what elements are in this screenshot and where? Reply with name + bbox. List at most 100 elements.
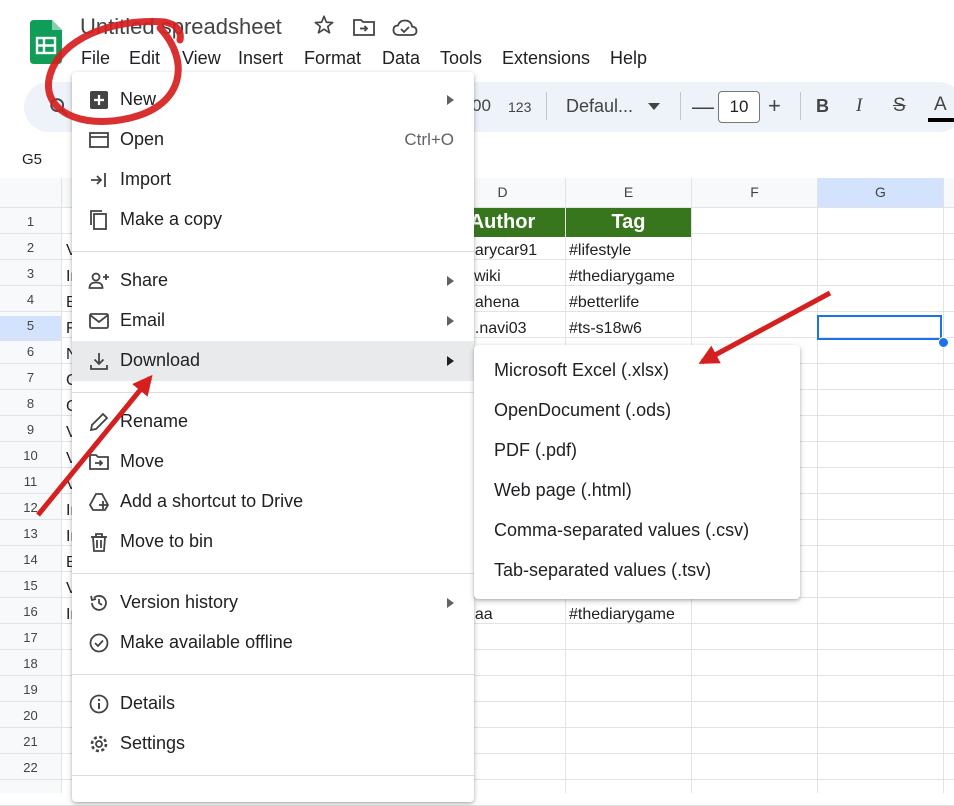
column-header-f[interactable]: F: [692, 184, 817, 200]
tag-header-cell[interactable]: Tag: [566, 208, 691, 237]
file-menu-import[interactable]: Import: [72, 160, 474, 200]
file-menu-move-to-bin[interactable]: Move to bin: [72, 522, 474, 562]
row-number[interactable]: 17: [0, 630, 61, 645]
cloud-saved-icon[interactable]: [392, 18, 418, 38]
column-header-e[interactable]: E: [566, 184, 691, 200]
author-cell[interactable]: narycar91: [466, 242, 537, 260]
menu-format[interactable]: Format: [304, 48, 361, 69]
text-color-button[interactable]: A: [934, 94, 947, 116]
download-xlsx[interactable]: Microsoft Excel (.xlsx): [474, 351, 800, 391]
file-menu-add-shortcut[interactable]: Add a shortcut to Drive: [72, 482, 474, 522]
download-tsv[interactable]: Tab-separated values (.tsv): [474, 551, 800, 591]
menu-label: Import: [120, 169, 172, 189]
italic-button[interactable]: I: [856, 95, 862, 117]
row-number[interactable]: 16: [0, 604, 61, 619]
menu-insert[interactable]: Insert: [238, 48, 283, 69]
menu-extensions[interactable]: Extensions: [502, 48, 590, 69]
tag-cell[interactable]: #betterlife: [569, 294, 639, 312]
menu-view[interactable]: View: [182, 48, 221, 69]
file-menu-settings[interactable]: Settings: [72, 724, 474, 764]
text-color-swatch: [928, 118, 954, 122]
row-number[interactable]: 9: [0, 422, 61, 437]
download-ods[interactable]: OpenDocument (.ods): [474, 391, 800, 431]
tag-cell[interactable]: #thediarygame: [569, 606, 675, 624]
tag-cell[interactable]: #ts-s18w6: [569, 320, 642, 338]
search-icon[interactable]: [48, 96, 70, 118]
row-number[interactable]: 6: [0, 344, 61, 359]
menu-label: Web page (.html): [494, 480, 632, 500]
author-cell[interactable]: nahena: [466, 294, 519, 312]
download-pdf[interactable]: PDF (.pdf): [474, 431, 800, 471]
history-icon: [90, 595, 107, 611]
font-size-input[interactable]: 10: [718, 91, 760, 123]
row-number[interactable]: 11: [0, 474, 61, 489]
star-icon[interactable]: [313, 14, 335, 36]
row-number[interactable]: 12: [0, 500, 61, 515]
download-csv[interactable]: Comma-separated values (.csv): [474, 511, 800, 551]
submenu-arrow-icon: [447, 276, 454, 286]
row-number[interactable]: 2: [0, 240, 61, 255]
menu-help[interactable]: Help: [610, 48, 647, 69]
shortcut-label: Ctrl+O: [404, 130, 454, 149]
pencil-icon: [89, 412, 109, 432]
row-number[interactable]: 4: [0, 292, 61, 307]
row-number[interactable]: 1: [0, 214, 61, 229]
folder-open-icon: [89, 132, 109, 148]
fill-handle[interactable]: [938, 337, 949, 348]
menu-label: Share: [120, 270, 169, 290]
row-number[interactable]: 21: [0, 734, 61, 749]
column-header-g[interactable]: G: [818, 184, 943, 200]
submenu-arrow-icon: [447, 316, 454, 326]
menu-label: Settings: [120, 733, 186, 753]
menu-data[interactable]: Data: [382, 48, 420, 69]
file-menu-rename[interactable]: Rename: [72, 402, 474, 442]
menu-file[interactable]: File: [81, 48, 110, 69]
row-number[interactable]: 20: [0, 708, 61, 723]
caret-down-icon[interactable]: [648, 103, 660, 110]
increase-font-size-button[interactable]: +: [768, 93, 781, 119]
file-menu-email[interactable]: Email: [72, 301, 474, 341]
download-html[interactable]: Web page (.html): [474, 471, 800, 511]
menu-label: Make available offline: [120, 632, 293, 652]
decrease-font-size-button[interactable]: —: [692, 94, 714, 120]
row-number[interactable]: 10: [0, 448, 61, 463]
row-number[interactable]: 8: [0, 396, 61, 411]
row-number[interactable]: 7: [0, 370, 61, 385]
move-folder-icon: [89, 454, 109, 470]
more-formats-button[interactable]: 123: [508, 99, 531, 115]
menu-label: Details: [120, 693, 176, 713]
file-menu-make-offline[interactable]: Make available offline: [72, 623, 474, 663]
file-menu-move[interactable]: Move: [72, 442, 474, 482]
file-menu-version-history[interactable]: Version history: [72, 583, 474, 623]
file-menu-download[interactable]: Download: [72, 341, 474, 381]
menu-label: PDF (.pdf): [494, 440, 578, 460]
decimal-increase-button[interactable]: 00: [472, 96, 491, 116]
sheets-logo-icon[interactable]: [30, 20, 62, 64]
row-number[interactable]: 15: [0, 578, 61, 593]
row-number[interactable]: 3: [0, 266, 61, 281]
row-number[interactable]: 18: [0, 656, 61, 671]
font-family-select[interactable]: Defaul...: [566, 96, 633, 117]
row-number[interactable]: 5: [0, 318, 61, 333]
file-menu-open[interactable]: Open Ctrl+O: [72, 120, 474, 160]
author-cell[interactable]: u.navi03: [466, 320, 527, 338]
row-number[interactable]: 22: [0, 760, 61, 775]
bold-button[interactable]: B: [816, 96, 829, 117]
name-box[interactable]: G5: [22, 151, 42, 168]
menu-tools[interactable]: Tools: [440, 48, 482, 69]
selected-cell[interactable]: [817, 315, 942, 340]
file-menu-share[interactable]: Share: [72, 261, 474, 301]
move-folder-icon[interactable]: [352, 17, 376, 37]
strikethrough-button[interactable]: S: [893, 95, 906, 117]
tag-cell[interactable]: #thediarygame: [569, 268, 675, 286]
file-menu-details[interactable]: Details: [72, 684, 474, 724]
document-title[interactable]: Untitled spreadsheet: [80, 14, 282, 40]
row-number[interactable]: 19: [0, 682, 61, 697]
tag-cell[interactable]: #lifestyle: [569, 242, 631, 260]
menu-edit[interactable]: Edit: [129, 48, 160, 69]
row-number[interactable]: 13: [0, 526, 61, 541]
menu-divider: [72, 392, 474, 393]
file-menu-make-copy[interactable]: Make a copy: [72, 200, 474, 240]
row-number[interactable]: 14: [0, 552, 61, 567]
file-menu-new[interactable]: New: [72, 80, 474, 120]
